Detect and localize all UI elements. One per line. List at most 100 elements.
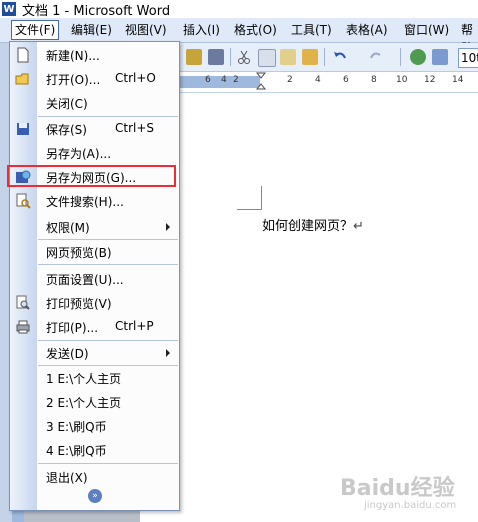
menu-format[interactable]: 格式(O): [231, 21, 280, 39]
ruler-tick: 8: [371, 75, 377, 85]
menu-item-send[interactable]: 发送(D): [10, 342, 179, 364]
file-menu-dropdown: 新建(N)... 打开(O)... Ctrl+O 关闭(C) 保存(S) Ctr…: [9, 41, 180, 511]
indent-marker-icon[interactable]: [256, 72, 266, 90]
printer-icon: [16, 320, 30, 334]
ruler-tick: 2: [287, 75, 293, 85]
save-disk-icon: [17, 123, 29, 135]
undo-icon[interactable]: [332, 49, 348, 65]
menu-item-label: 打印预览(V): [46, 297, 112, 311]
menu-item-open[interactable]: 打开(O)... Ctrl+O: [10, 68, 179, 90]
ruler-tick: 6: [205, 75, 211, 85]
menu-separator: [38, 264, 178, 265]
window-title: 文档 1 - Microsoft Word: [22, 3, 171, 19]
menu-item-recent-file-1[interactable]: 1 E:\个人主页: [10, 367, 179, 389]
format-brush-icon[interactable]: [302, 49, 318, 65]
format-painter-icon[interactable]: [186, 49, 202, 65]
menu-item-print-preview[interactable]: 打印预览(V): [10, 292, 179, 314]
file-search-icon: [16, 193, 31, 209]
menu-tools[interactable]: 工具(T): [288, 21, 335, 39]
text-boundary-mark: [237, 209, 261, 210]
print-preview-icon: [16, 295, 30, 310]
watermark-logo: Baidu经验 jingyan.baidu.com: [340, 470, 478, 511]
menu-separator: [38, 365, 178, 366]
menu-item-shortcut: Ctrl+S: [115, 121, 155, 135]
new-document-icon: [17, 47, 29, 63]
menu-view[interactable]: 视图(V): [122, 21, 170, 39]
font-size-box[interactable]: 10t: [458, 48, 478, 68]
menu-item-label: 打印(P)...: [46, 321, 99, 335]
watermark-subtext: jingyan.baidu.com: [364, 500, 457, 511]
document-text[interactable]: 如何创建网页？↵: [262, 215, 364, 234]
menu-window[interactable]: 窗口(W): [401, 21, 452, 39]
menu-help[interactable]: 帮助: [458, 21, 478, 55]
menu-item-recent-file-4[interactable]: 4 E:\刷Q币: [10, 439, 179, 461]
text-boundary-mark: [261, 186, 262, 210]
menu-item-save[interactable]: 保存(S) Ctrl+S: [10, 118, 179, 140]
table-icon[interactable]: [432, 49, 448, 65]
toolbar-separator: [400, 48, 401, 66]
ruler-tick: 4: [315, 75, 321, 85]
expand-menu-icon[interactable]: »: [88, 489, 102, 503]
menu-item-label: 另存为(A)...: [46, 147, 112, 161]
menu-item-label: 权限(M): [46, 221, 90, 235]
menu-item-save-as[interactable]: 另存为(A)...: [10, 142, 179, 164]
menu-item-label: 网页预览(B): [46, 246, 112, 260]
ruler-tick: 10: [396, 75, 408, 85]
menu-item-shortcut: Ctrl+O: [115, 71, 156, 85]
menu-item-recent-file-3[interactable]: 3 E:\刷Q币: [10, 415, 179, 437]
toolbar-separator: [324, 48, 325, 66]
toolbar-separator: [230, 48, 231, 66]
menu-item-label: 1 E:\个人主页: [46, 372, 122, 386]
watermark-text: Baidu经验: [340, 476, 455, 501]
horizontal-ruler: 6 4 2 2 4 6 8 10 12 14: [178, 72, 478, 93]
menu-item-label: 关闭(C): [46, 97, 88, 111]
cut-icon[interactable]: [236, 49, 252, 65]
ruler-tick: 14: [452, 75, 464, 85]
menu-item-label: 3 E:\刷Q币: [46, 420, 107, 434]
ruler-tick: 4: [221, 75, 227, 85]
title-bar: W 文档 1 - Microsoft Word: [0, 0, 478, 19]
menu-bar: 文件(F) 编辑(E) 视图(V) 插入(I) 格式(O) 工具(T) 表格(A…: [0, 18, 478, 55]
redo-icon[interactable]: [368, 49, 384, 65]
copy-icon[interactable]: [258, 49, 276, 67]
menu-separator: [38, 340, 178, 341]
submenu-arrow-icon: [166, 349, 170, 357]
document-page[interactable]: [140, 93, 478, 522]
document-body-text: 如何创建网页？: [262, 219, 354, 234]
menu-item-web-preview[interactable]: 网页预览(B): [10, 241, 179, 263]
submenu-arrow-icon: [166, 223, 170, 231]
menu-table[interactable]: 表格(A): [343, 21, 391, 39]
menu-item-label: 4 E:\刷Q币: [46, 444, 107, 458]
menu-item-shortcut: Ctrl+P: [115, 319, 154, 333]
paragraph-mark-icon: ↵: [353, 219, 364, 234]
menu-item-new[interactable]: 新建(N)...: [10, 44, 179, 66]
menu-insert[interactable]: 插入(I): [180, 21, 223, 39]
menu-item-close[interactable]: 关闭(C): [10, 92, 179, 114]
menu-item-exit[interactable]: 退出(X): [10, 466, 179, 488]
menu-separator: [38, 463, 178, 464]
word-app-icon: W: [2, 2, 16, 16]
menu-separator: [38, 116, 178, 117]
research-icon[interactable]: [208, 49, 224, 65]
menu-item-print[interactable]: 打印(P)... Ctrl+P: [10, 316, 179, 338]
menu-item-label: 发送(D): [46, 347, 89, 361]
menu-separator: [38, 239, 178, 240]
menu-item-recent-file-2[interactable]: 2 E:\个人主页: [10, 391, 179, 413]
menu-item-label: 打开(O)...: [46, 73, 101, 87]
standard-toolbar: 10t: [178, 43, 478, 72]
menu-item-label: 文件搜索(H)...: [46, 195, 124, 209]
menu-item-page-setup[interactable]: 页面设置(U)...: [10, 268, 179, 290]
menu-item-label: 退出(X): [46, 471, 88, 485]
hyperlink-icon[interactable]: [410, 49, 426, 65]
menu-item-label: 新建(N)...: [46, 49, 100, 63]
ruler-tick: 2: [233, 75, 239, 85]
menu-item-file-search[interactable]: 文件搜索(H)...: [10, 190, 179, 212]
menu-item-label: 保存(S): [46, 123, 87, 137]
menu-edit[interactable]: 编辑(E): [68, 21, 115, 39]
ruler-tick: 6: [343, 75, 349, 85]
menu-item-permission[interactable]: 权限(M): [10, 216, 179, 238]
menu-file[interactable]: 文件(F): [11, 20, 60, 40]
ruler-margin-band: [178, 76, 260, 88]
highlight-box: [7, 165, 176, 187]
paste-icon[interactable]: [280, 49, 296, 65]
